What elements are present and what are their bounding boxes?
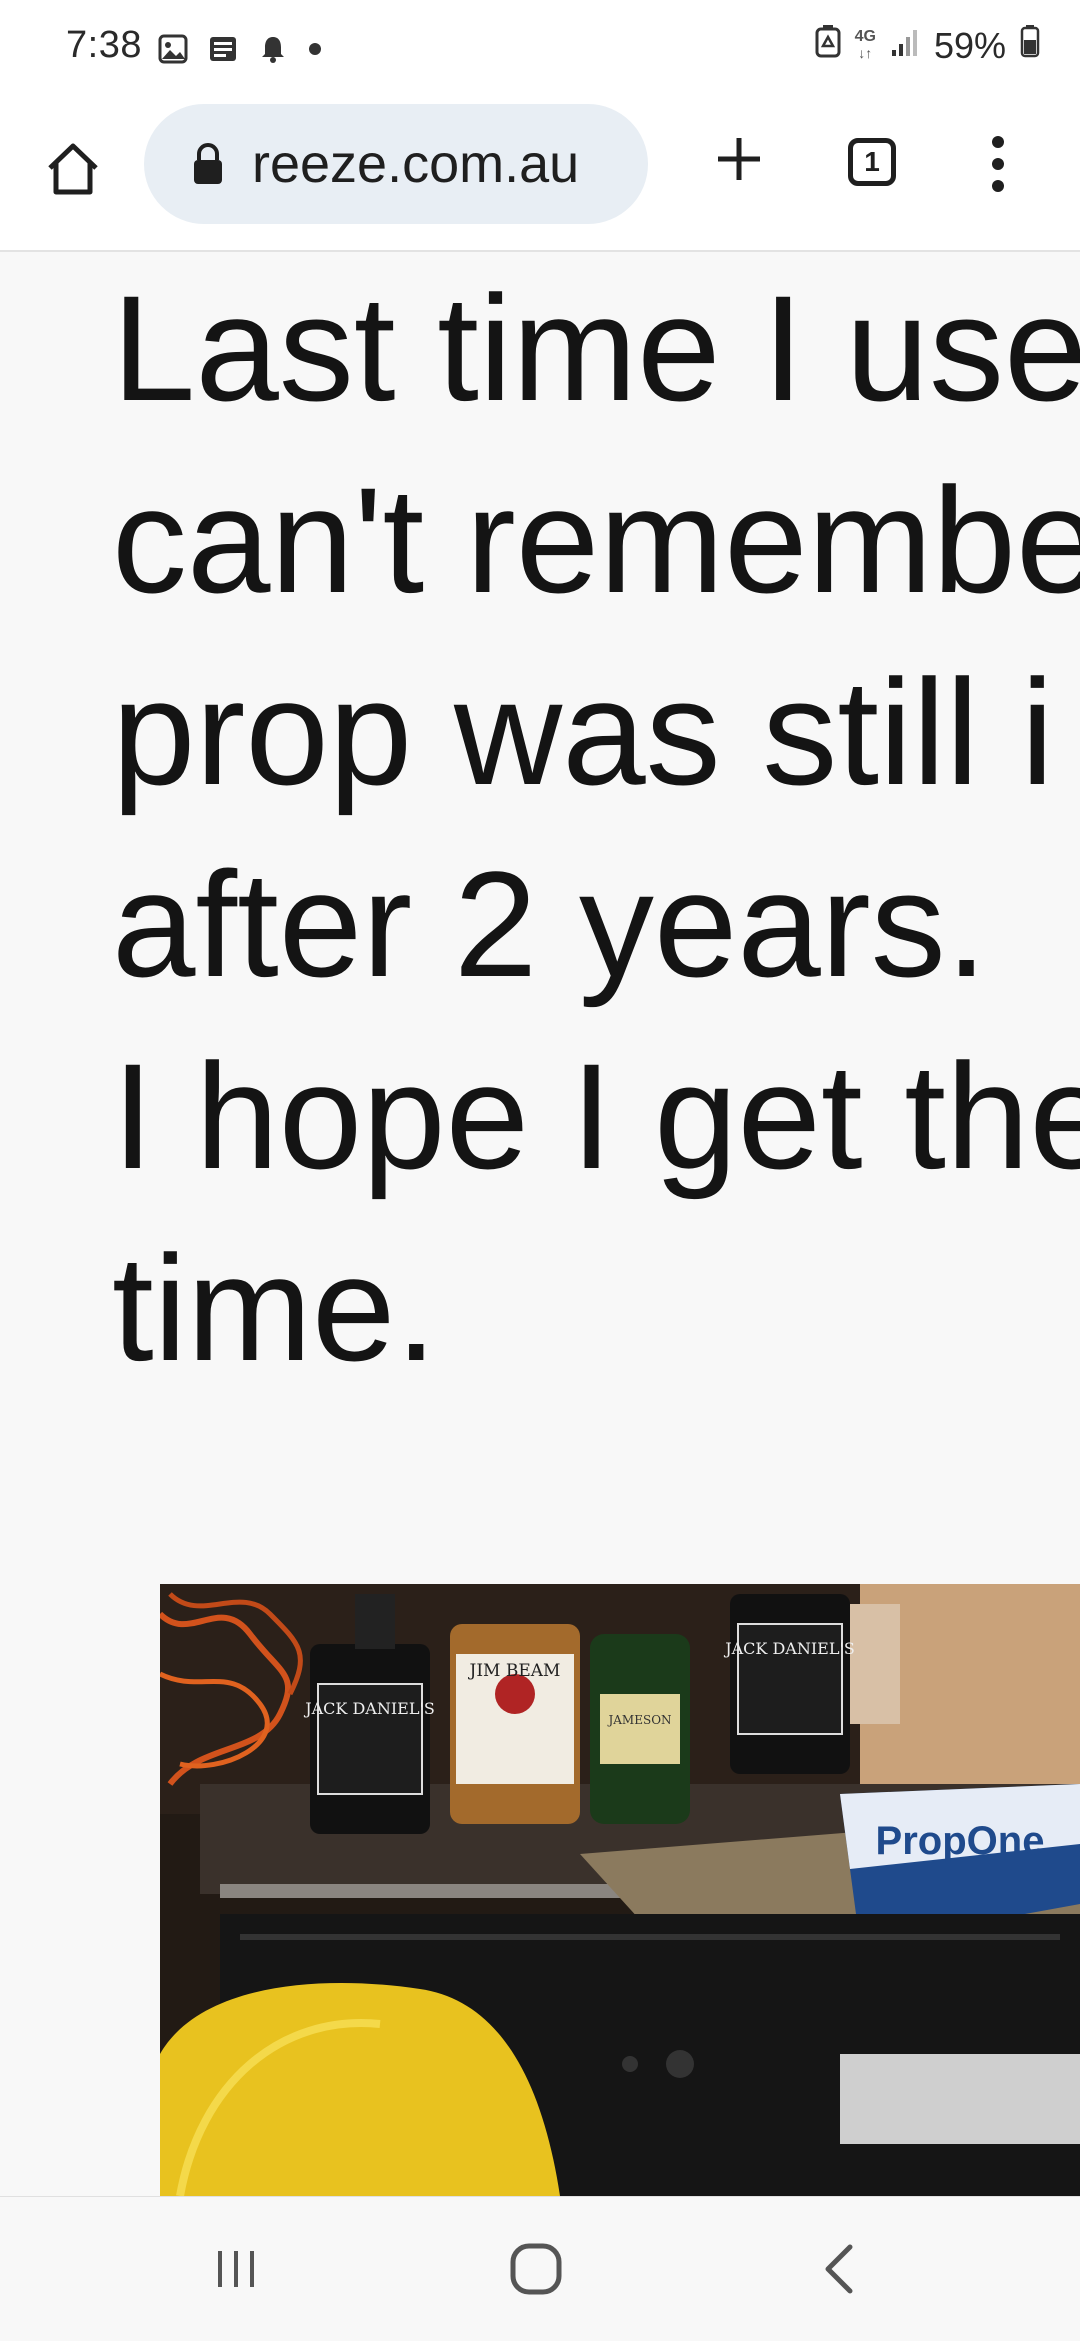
- lock-icon[interactable]: [188, 139, 228, 189]
- system-nav-bar: [0, 2196, 1080, 2341]
- status-right: 4G ↓↑ 59%: [815, 24, 1040, 67]
- menu-dot: [992, 136, 1004, 148]
- home-nav-button[interactable]: [496, 2237, 576, 2301]
- url-text[interactable]: reeze.com.au: [252, 133, 579, 195]
- image-icon: [158, 34, 188, 64]
- network-label: 4G: [854, 28, 876, 45]
- battery-saver-icon: [815, 24, 841, 67]
- box-label: PropOne: [876, 1819, 1045, 1863]
- post-line: can't remembe: [112, 456, 1080, 624]
- post-photo[interactable]: JACK DANIEL'S JIM BEAM JAMESON JACK DANI…: [160, 1584, 1080, 2196]
- back-icon: [825, 2244, 853, 2294]
- post-line: prop was still i: [112, 648, 1054, 816]
- page-content[interactable]: Last time I use can't remembe prop was s…: [0, 252, 1080, 2196]
- home-button[interactable]: [38, 134, 108, 204]
- browser-toolbar: reeze.com.au 1: [0, 100, 1080, 252]
- battery-icon: [1020, 24, 1040, 67]
- photo-illustration: JACK DANIEL'S JIM BEAM JAMESON JACK DANI…: [160, 1584, 1080, 2196]
- post-line: Last time I use: [112, 264, 1080, 432]
- bottle-label: JACK DANIEL'S: [303, 1699, 435, 1718]
- post-line: I hope I get the: [112, 1032, 1080, 1200]
- tab-switcher-button[interactable]: 1: [848, 138, 896, 186]
- notification-icons: [158, 34, 322, 64]
- address-bar[interactable]: reeze.com.au: [144, 104, 648, 224]
- post-text: Last time I use can't remembe prop was s…: [112, 252, 1080, 1404]
- menu-dot: [992, 180, 1004, 192]
- status-time: 7:38: [66, 24, 142, 66]
- menu-dot: [992, 158, 1004, 170]
- plus-icon: [718, 138, 760, 180]
- more-vert-icon[interactable]: [978, 124, 1018, 204]
- home-icon: [48, 143, 98, 195]
- post-line: after 2 years.: [112, 840, 988, 1008]
- recent-apps-button[interactable]: [196, 2237, 276, 2301]
- dot-icon: [308, 42, 322, 56]
- bottle-label: JIM BEAM: [468, 1661, 561, 1681]
- bottle-label: JAMESON: [606, 1713, 671, 1727]
- back-button[interactable]: [800, 2237, 880, 2301]
- new-tab-button[interactable]: [704, 124, 774, 194]
- post-line: time.: [112, 1224, 438, 1392]
- bell-icon: [258, 34, 288, 64]
- home-circle-icon: [510, 2243, 562, 2295]
- news-icon: [208, 34, 238, 64]
- signal-icon: [890, 25, 920, 67]
- status-bar: 7:38 4G ↓↑ 59%: [0, 0, 1080, 100]
- network-type: 4G ↓↑: [854, 28, 876, 62]
- battery-percent: 59%: [933, 24, 1006, 66]
- recent-apps-icon: [218, 2251, 254, 2287]
- bottle-label: JACK DANIEL'S: [723, 1639, 855, 1658]
